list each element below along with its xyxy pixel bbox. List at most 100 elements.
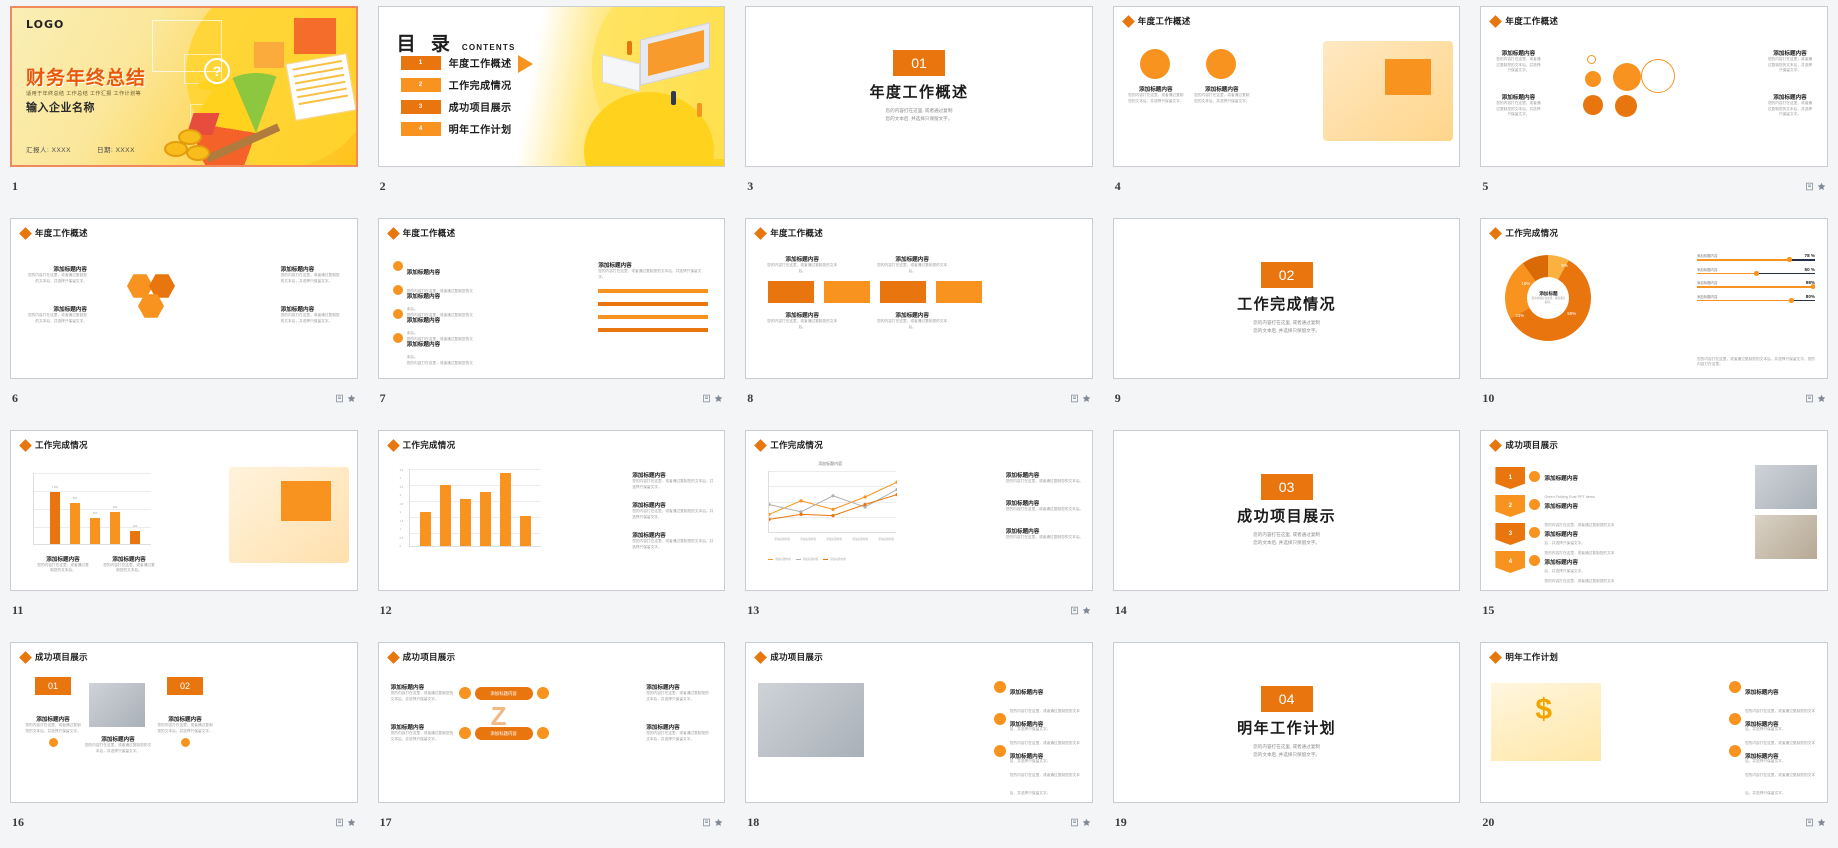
briefcase-icon[interactable]	[824, 281, 871, 303]
card-title: 添加标题内容	[390, 685, 425, 691]
slide-thumbnail-19[interactable]: 04 明年工作计划 您的内容打在这里, 或者通过复制 您的文本后, 并选择只保留文…	[1112, 642, 1461, 803]
slide-cell[interactable]: 成功项目展示 1 添加标题内容 Green Folding Gust PPT d…	[1470, 424, 1838, 636]
slide-meta: 12	[378, 591, 726, 625]
note-icon[interactable]	[1805, 182, 1814, 191]
note-icon[interactable]	[1070, 818, 1079, 827]
slide-header-title: 工作完成情况	[770, 440, 823, 450]
slide-badges[interactable]	[335, 818, 356, 827]
donut-chart: 添加标题 您的内容打在这里，或者通过复制。 8% 59% 23% 10%	[1505, 255, 1592, 341]
slide-thumbnail-20[interactable]: 明年工作计划 $ 添加标题内容 您的内容打在这里，或者通过复制您的文本后，并选择…	[1480, 642, 1828, 803]
slide-thumbnail-16[interactable]: 成功项目展示 01 添加标题内容 您的内容打在这里，或者通过复制您的文本后，并选…	[10, 642, 358, 803]
slide-cell[interactable]: 明年工作计划 $ 添加标题内容 您的内容打在这里，或者通过复制您的文本后，并选择…	[1470, 636, 1838, 848]
section-number: 02	[1260, 261, 1313, 288]
card-title: 添加标题内容	[1773, 51, 1807, 57]
x-tick: 添加标题内容	[774, 538, 790, 541]
star-icon[interactable]	[1082, 606, 1091, 615]
photo	[1755, 515, 1817, 559]
slide-thumbnail-2[interactable]: 目 录 CONTENTS 1 年度工作概述 2 工作完成情况 3 成功项目展示 …	[377, 6, 726, 167]
play-triangle-icon	[517, 55, 533, 73]
note-icon[interactable]	[1805, 818, 1814, 827]
slide-cell[interactable]: 04 明年工作计划 您的内容打在这里, 或者通过复制 您的文本后, 并选择只保留文…	[1103, 636, 1471, 848]
slide-cell[interactable]: 年度工作概述 添加标题内容 您的内容打在这里，或者通过复制您的文本后。 添加标题…	[368, 212, 736, 424]
star-icon[interactable]	[347, 394, 356, 403]
progress-track	[1697, 297, 1815, 303]
slide-cell[interactable]: 年度工作概述 添加标题内容 您的内容打在这里，或者通过复制您的文本后。 添加标题…	[735, 212, 1103, 424]
slide-badges[interactable]	[1070, 394, 1091, 403]
note-icon[interactable]	[1070, 606, 1079, 615]
note-icon[interactable]	[1805, 394, 1814, 403]
slide-number-label: 2	[379, 178, 386, 193]
slide-thumbnail-11[interactable]: 工作完成情况 1,000 800 500 620 260 添加标题内容 您的内容…	[10, 430, 358, 591]
slide-cell[interactable]: 01 年度工作概述 您的内容打在这里, 或者通过复制 您的文本后, 并选择只保留文…	[735, 0, 1103, 212]
star-icon[interactable]	[1817, 818, 1826, 827]
slide-cell[interactable]: ? LOGO 财务年终总结 适用于年终总结 工作总结 工作汇报 工作计划等 输入…	[0, 0, 368, 212]
slide-thumbnail-9[interactable]: 02 工作完成情况 您的内容打在这里, 或者通过复制 您的文本后, 并选择只保留文…	[1112, 218, 1461, 379]
star-icon[interactable]	[714, 394, 723, 403]
note-icon[interactable]	[702, 818, 711, 827]
star-icon[interactable]	[1082, 394, 1091, 403]
slide-thumbnail-10[interactable]: 工作完成情况 添加标题 您的内容打在这里，或者通过复制。 8% 59% 23% …	[1480, 218, 1828, 379]
slide-thumbnail-15[interactable]: 成功项目展示 1 添加标题内容 Green Folding Gust PPT d…	[1480, 430, 1828, 591]
slide-badges[interactable]	[1805, 394, 1826, 403]
chart-icon[interactable]	[768, 281, 815, 303]
contents-heading-en: CONTENTS	[461, 43, 516, 52]
slide-thumbnail-17[interactable]: 成功项目展示 添加标题内容 您的内容打在这里，或者通过复制您的文本后，并选择只保…	[377, 642, 726, 803]
step-title: 添加标题内容	[1544, 504, 1578, 510]
slide-thumbnail-18[interactable]: 成功项目展示 添加标题内容 您的内容打在这里，或者通过复制您的文本后，并选择只保…	[745, 642, 1093, 803]
slide-badges[interactable]	[1070, 818, 1091, 827]
slide-badges[interactable]	[335, 394, 356, 403]
slide-thumbnail-13[interactable]: 工作完成情况 添加标题内容 添加标题内容 添加标题内容 添加标题内容 添加标题内容 添加…	[745, 430, 1093, 591]
slide-badges[interactable]	[702, 818, 723, 827]
slide-thumbnail-3[interactable]: 01 年度工作概述 您的内容打在这里, 或者通过复制 您的文本后, 并选择只保留文…	[745, 6, 1093, 167]
slide-thumbnail-6[interactable]: 年度工作概述 添加标题内容 您的内容打在这里，或者通过复制您的文本后，并选择只保…	[10, 218, 358, 379]
slide-cell[interactable]: 目 录 CONTENTS 1 年度工作概述 2 工作完成情况 3 成功项目展示 …	[368, 0, 736, 212]
star-icon[interactable]	[714, 818, 723, 827]
toc-item[interactable]: 3 成功项目展示	[400, 99, 512, 114]
pencil-icon[interactable]	[880, 281, 927, 303]
slide-thumbnail-1[interactable]: ? LOGO 财务年终总结 适用于年终总结 工作总结 工作汇报 工作计划等 输入…	[10, 6, 358, 167]
note-icon[interactable]	[702, 394, 711, 403]
slide-cell[interactable]: 工作完成情况 1,000 800 500 620 260 添加标题内容 您的内容…	[0, 424, 368, 636]
slide-cell[interactable]: 年度工作概述 添加标题内容 您的内容打在这里，或者通过复制您的文本后，并选择只保…	[1103, 0, 1471, 212]
slide-header: 年度工作概述	[746, 219, 1092, 240]
slide-badges[interactable]	[1805, 182, 1826, 191]
slide-cell[interactable]: 成功项目展示 添加标题内容 您的内容打在这里，或者通过复制您的文本后，并选择只保…	[735, 636, 1103, 848]
slide-cell[interactable]: 年度工作概述 添加标题内容 您的内容打在这里，或者通过复制您的文本后，并选择只保…	[1470, 0, 1838, 212]
star-icon[interactable]	[1817, 182, 1826, 191]
progress-label: 添加标题内容	[1697, 281, 1718, 285]
note-icon[interactable]	[1070, 394, 1079, 403]
slide-cell[interactable]: 成功项目展示 添加标题内容 您的内容打在这里，或者通过复制您的文本后，并选择只保…	[368, 636, 736, 848]
star-icon[interactable]	[347, 818, 356, 827]
note-icon[interactable]	[335, 394, 344, 403]
note-icon[interactable]	[335, 818, 344, 827]
y-tick: 3	[399, 494, 402, 498]
star-icon[interactable]	[1817, 394, 1826, 403]
slide-cell[interactable]: 年度工作概述 添加标题内容 您的内容打在这里，或者通过复制您的文本后，并选择只保…	[0, 212, 368, 424]
slide-thumbnail-7[interactable]: 年度工作概述 添加标题内容 您的内容打在这里，或者通过复制您的文本后。 添加标题…	[377, 218, 726, 379]
slide-thumbnail-4[interactable]: 年度工作概述 添加标题内容 您的内容打在这里，或者通过复制您的文本后，并选择只保…	[1112, 6, 1461, 167]
slide-meta: 17	[378, 803, 726, 837]
slide-thumbnail-14[interactable]: 03 成功项目展示 您的内容打在这里, 或者通过复制 您的文本后, 并选择只保留文…	[1112, 430, 1461, 591]
right-text: 您的内容打在这里，或者通过复制您的文本后，并选择只保留文字。	[598, 269, 702, 279]
slide-cell[interactable]: 成功项目展示 01 添加标题内容 您的内容打在这里，或者通过复制您的文本后，并选…	[0, 636, 368, 848]
slide-thumbnail-12[interactable]: 工作完成情况 0 0.5 1 1.5 2 2.5 3 3.5 4 4.5 添加标题内容 您的内容打…	[377, 430, 726, 591]
toc-item[interactable]: 2 工作完成情况	[400, 77, 512, 92]
slide-cell[interactable]: 工作完成情况 0 0.5 1 1.5 2 2.5 3 3.5 4 4.5 添加标题内容 您的内容打…	[368, 424, 736, 636]
star-icon[interactable]	[1082, 818, 1091, 827]
slide-thumbnail-8[interactable]: 年度工作概述 添加标题内容 您的内容打在这里，或者通过复制您的文本后。 添加标题…	[745, 218, 1093, 379]
slide-cell[interactable]: 02 工作完成情况 您的内容打在这里, 或者通过复制 您的文本后, 并选择只保留文…	[1103, 212, 1471, 424]
slide-cell[interactable]: 工作完成情况 添加标题内容 添加标题内容 添加标题内容 添加标题内容 添加标题内容 添加…	[735, 424, 1103, 636]
slide-thumbnail-5[interactable]: 年度工作概述 添加标题内容 您的内容打在这里，或者通过复制您的文本后，并选择只保…	[1480, 6, 1828, 167]
slide-badges[interactable]	[1805, 818, 1826, 827]
card-text: 您的内容打在这里，或者通过复制您的文本后。	[1005, 479, 1084, 483]
toc-item[interactable]: 1 年度工作概述	[400, 55, 512, 70]
slide-number-label: 14	[1114, 602, 1127, 617]
toc-item[interactable]: 4 明年工作计划	[400, 121, 512, 136]
slide-badges[interactable]	[702, 394, 723, 403]
slide-badges[interactable]	[1070, 606, 1091, 615]
slide-cell[interactable]: 03 成功项目展示 您的内容打在这里, 或者通过复制 您的文本后, 并选择只保留文…	[1103, 424, 1471, 636]
cup-icon[interactable]	[936, 281, 983, 303]
center-pill[interactable]: 添加标题内容	[474, 687, 533, 700]
card-title: 添加标题内容	[1005, 529, 1040, 535]
slide-cell[interactable]: 工作完成情况 添加标题 您的内容打在这里，或者通过复制。 8% 59% 23% …	[1470, 212, 1838, 424]
